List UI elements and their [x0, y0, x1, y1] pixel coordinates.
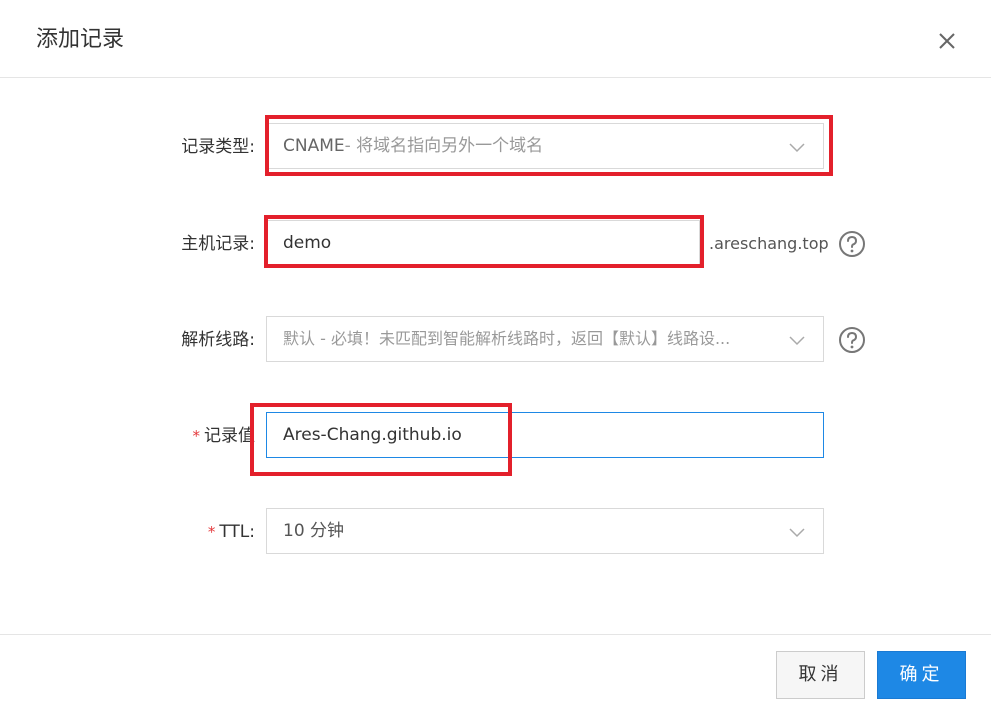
close-icon [939, 33, 955, 49]
ttl-value: 10 分钟 [283, 521, 345, 541]
record-value-row: * 记录值 Ares-Chang.github.io [0, 412, 991, 460]
host-record-label: 主机记录: [181, 234, 255, 254]
dialog-header: 添加记录 [0, 0, 991, 78]
confirm-button[interactable]: 确定 [877, 651, 966, 699]
resolution-line-value: 默认 - 必填！未匹配到智能解析线路时，返回【默认】线路设... [283, 329, 731, 348]
record-value-input[interactable]: Ares-Chang.github.io [266, 412, 824, 458]
host-record-row: 主机记录: demo .areschang.top [0, 220, 991, 268]
chevron-down-icon [789, 336, 805, 346]
domain-suffix: .areschang.top [709, 234, 829, 253]
resolution-line-row: 解析线路: 默认 - 必填！未匹配到智能解析线路时，返回【默认】线路设... [0, 316, 991, 364]
required-marker: * [207, 523, 216, 541]
dialog-title: 添加记录 [36, 27, 125, 52]
dialog-footer: 取消 确定 [0, 634, 991, 710]
ttl-select[interactable]: 10 分钟 [266, 508, 824, 554]
record-type-label: 记录类型: [181, 137, 255, 157]
record-type-value: CNAME- 将域名指向另外一个域名 [283, 124, 543, 168]
chevron-down-icon [789, 143, 805, 153]
record-type-description: - 将域名指向另外一个域名 [344, 136, 544, 156]
host-record-input[interactable]: demo [266, 220, 700, 266]
chevron-down-icon [789, 528, 805, 538]
question-circle-icon[interactable] [838, 230, 866, 258]
record-value-label: * 记录值 [193, 412, 256, 460]
add-record-dialog: 添加记录 记录类型: CNAME- 将域名指向另外一个域名 主机记录: demo… [0, 0, 991, 710]
close-button[interactable] [932, 26, 962, 56]
record-type-row: 记录类型: CNAME- 将域名指向另外一个域名 [0, 123, 991, 171]
question-circle-icon[interactable] [838, 326, 866, 354]
record-value-label-text: 记录值 [204, 426, 255, 446]
host-record-value: demo [283, 233, 332, 253]
resolution-line-label: 解析线路: [181, 330, 255, 350]
ttl-label-text: TTL: [219, 522, 255, 542]
required-marker: * [192, 427, 201, 445]
cancel-button[interactable]: 取消 [776, 651, 865, 699]
record-type-select[interactable]: CNAME- 将域名指向另外一个域名 [266, 123, 824, 169]
resolution-line-select[interactable]: 默认 - 必填！未匹配到智能解析线路时，返回【默认】线路设... [266, 316, 824, 362]
ttl-label: * TTL: [208, 508, 255, 556]
ttl-row: * TTL: 10 分钟 [0, 508, 991, 556]
record-value-text: Ares-Chang.github.io [283, 425, 462, 445]
record-type-prefix: CNAME [283, 136, 345, 156]
